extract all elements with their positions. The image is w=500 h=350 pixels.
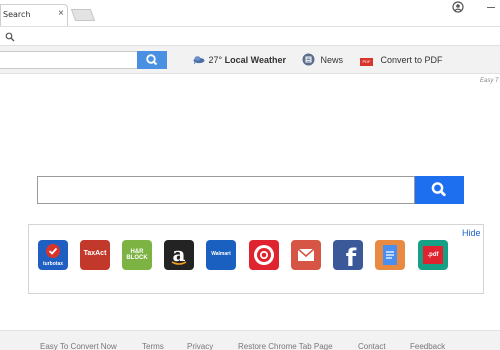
shortcut-pdf[interactable]: .pdf	[418, 240, 448, 270]
pdf-icon-text: PDF	[362, 59, 371, 64]
walmart-text: Walmart	[211, 251, 231, 257]
close-tab-icon[interactable]: ×	[58, 8, 64, 19]
address-bar[interactable]	[0, 26, 500, 46]
shortcut-turbotax[interactable]: turbotax	[38, 240, 68, 270]
tab-search[interactable]: Search ×	[0, 4, 68, 26]
new-tab-button[interactable]	[70, 9, 96, 21]
search-icon	[431, 182, 446, 197]
convert-pdf-label: Convert to PDF	[380, 55, 443, 65]
main-search-input[interactable]	[37, 176, 415, 204]
extension-toolbar: 27° Local Weather News PDF Convert to PD…	[0, 46, 500, 74]
turbotax-text: turbotax	[43, 261, 63, 267]
hide-shortcuts-link[interactable]: Hide	[462, 228, 481, 238]
tab-strip: Search ×	[0, 0, 500, 26]
shortcut-hr-block[interactable]: H&R BLOCK	[122, 240, 152, 270]
easy-link[interactable]: Easy T	[480, 78, 499, 84]
main-search-button[interactable]	[415, 176, 464, 204]
profile-icon[interactable]	[452, 1, 464, 13]
news-label: News	[320, 55, 344, 65]
footer-link-easy-to-convert[interactable]: Easy To Convert Now	[40, 342, 117, 350]
footer-link-terms[interactable]: Terms	[142, 342, 164, 350]
toolbar-search-input[interactable]	[0, 51, 138, 69]
mail-icon	[297, 248, 315, 261]
shortcut-facebook[interactable]: f	[333, 240, 363, 270]
local-weather-link[interactable]: 27° Local Weather	[192, 54, 286, 65]
news-link[interactable]: News	[302, 53, 343, 66]
pdf-icon: PDF	[360, 58, 373, 66]
footer: Easy To Convert Now Terms Privacy Restor…	[0, 330, 500, 350]
shortcut-walmart[interactable]: Walmart	[206, 240, 236, 270]
footer-link-contact[interactable]: Contact	[358, 342, 386, 350]
document-icon	[383, 245, 397, 265]
hr-block-text: H&R BLOCK	[126, 249, 148, 261]
target-icon	[254, 245, 274, 265]
footer-link-feedback[interactable]: Feedback	[410, 342, 445, 350]
shortcut-taxact[interactable]: TaxAct	[80, 240, 110, 270]
search-icon	[146, 54, 158, 66]
shortcut-gmail[interactable]	[291, 240, 321, 270]
shortcut-amazon[interactable]: a	[164, 240, 194, 270]
weather-icon	[193, 56, 205, 64]
convert-pdf-link[interactable]: PDF Convert to PDF	[360, 55, 443, 66]
footer-link-restore-tab[interactable]: Restore Chrome Tab Page	[238, 342, 333, 350]
tab-title: Search	[3, 10, 31, 19]
search-icon	[5, 32, 15, 42]
amazon-smile-icon	[171, 261, 187, 265]
pdf-text: .pdf	[427, 252, 439, 258]
weather-label: Local Weather	[224, 55, 287, 65]
shortcut-target[interactable]	[249, 240, 279, 270]
weather-temp: 27°	[208, 55, 223, 65]
facebook-text: f	[345, 244, 357, 270]
news-icon	[302, 53, 315, 66]
minimize-icon[interactable]	[487, 7, 495, 8]
taxact-text: TaxAct	[83, 250, 107, 257]
toolbar-search-button[interactable]	[137, 51, 167, 69]
shortcut-docs[interactable]	[375, 240, 405, 270]
footer-link-privacy[interactable]: Privacy	[187, 342, 213, 350]
